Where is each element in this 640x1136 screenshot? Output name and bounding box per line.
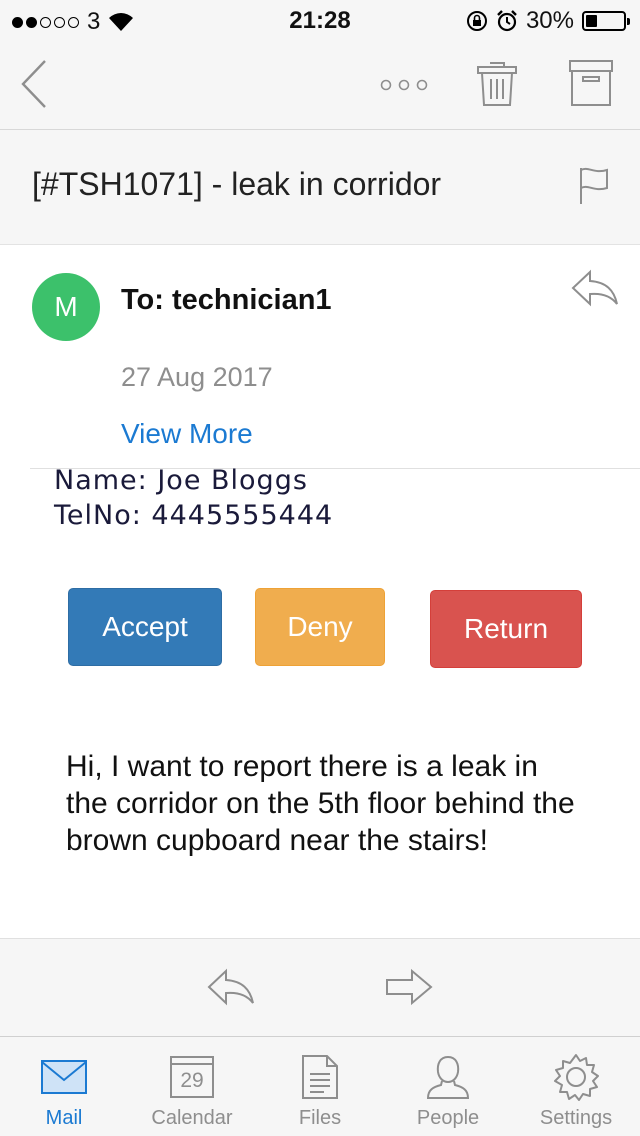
battery-percent: 30% (525, 7, 574, 34)
tab-calendar[interactable]: 29 Calendar (128, 1037, 256, 1136)
status-bar: 3 21:28 30% (0, 0, 640, 40)
file-icon (302, 1055, 338, 1099)
email-date: 27 Aug 2017 (121, 362, 273, 392)
accept-button[interactable]: Accept (68, 588, 222, 666)
archive-icon (569, 60, 613, 106)
contact-name: Name: Joe Bloggs (54, 465, 308, 496)
gear-icon (554, 1054, 599, 1101)
forward-button[interactable] (384, 967, 434, 1012)
calendar-day: 29 (180, 1069, 204, 1092)
tab-label: Settings (539, 1107, 613, 1129)
tab-label: Calendar (151, 1107, 233, 1129)
tab-settings[interactable]: Settings (512, 1037, 640, 1136)
tab-mail[interactable]: Mail (0, 1037, 128, 1136)
contact-tel: TelNo: 4445555444 (54, 500, 334, 531)
rotation-lock-icon (466, 11, 487, 31)
reply-icon (571, 269, 618, 307)
person-icon (426, 1055, 470, 1099)
reply-forward-bar (0, 938, 640, 1036)
more-button[interactable] (376, 70, 432, 100)
tab-files[interactable]: Files (256, 1037, 384, 1136)
reply-button[interactable] (570, 268, 620, 313)
back-button[interactable] (14, 56, 54, 112)
avatar: M (32, 273, 100, 341)
flag-icon (580, 167, 608, 204)
email-message: Hi, I want to report there is a leak in … (66, 750, 575, 857)
tab-bar: Mail 29 Calendar Files People Settings (0, 1036, 640, 1136)
tab-label: Mail (45, 1107, 83, 1129)
tab-label: Files (298, 1107, 342, 1129)
more-dots-icon (380, 79, 428, 91)
return-button[interactable]: Return (430, 590, 582, 668)
forward-arrow-icon (386, 968, 433, 1006)
mail-icon (41, 1060, 87, 1094)
trash-icon (477, 62, 517, 106)
subject-bar: [#TSH1071] - leak in corridor (0, 130, 640, 245)
contact-info: Name: Joe Bloggs TelNo: 4445555444 (54, 463, 333, 533)
tab-label: People (416, 1107, 480, 1129)
view-more-link[interactable]: View More (121, 418, 253, 450)
toolbar (0, 40, 640, 130)
battery-icon (582, 11, 630, 31)
email-subject: [#TSH1071] - leak in corridor (32, 166, 442, 202)
deny-button[interactable]: Deny (255, 588, 385, 666)
chevron-left-icon (21, 60, 46, 108)
archive-button[interactable] (566, 58, 616, 108)
reply-bottom-button[interactable] (206, 967, 256, 1012)
alarm-icon (497, 10, 517, 32)
flag-button[interactable] (578, 166, 610, 211)
recipient-line: To: technician1 (121, 284, 332, 316)
delete-button[interactable] (474, 58, 520, 108)
reply-icon (207, 968, 254, 1006)
tab-people[interactable]: People (384, 1037, 512, 1136)
